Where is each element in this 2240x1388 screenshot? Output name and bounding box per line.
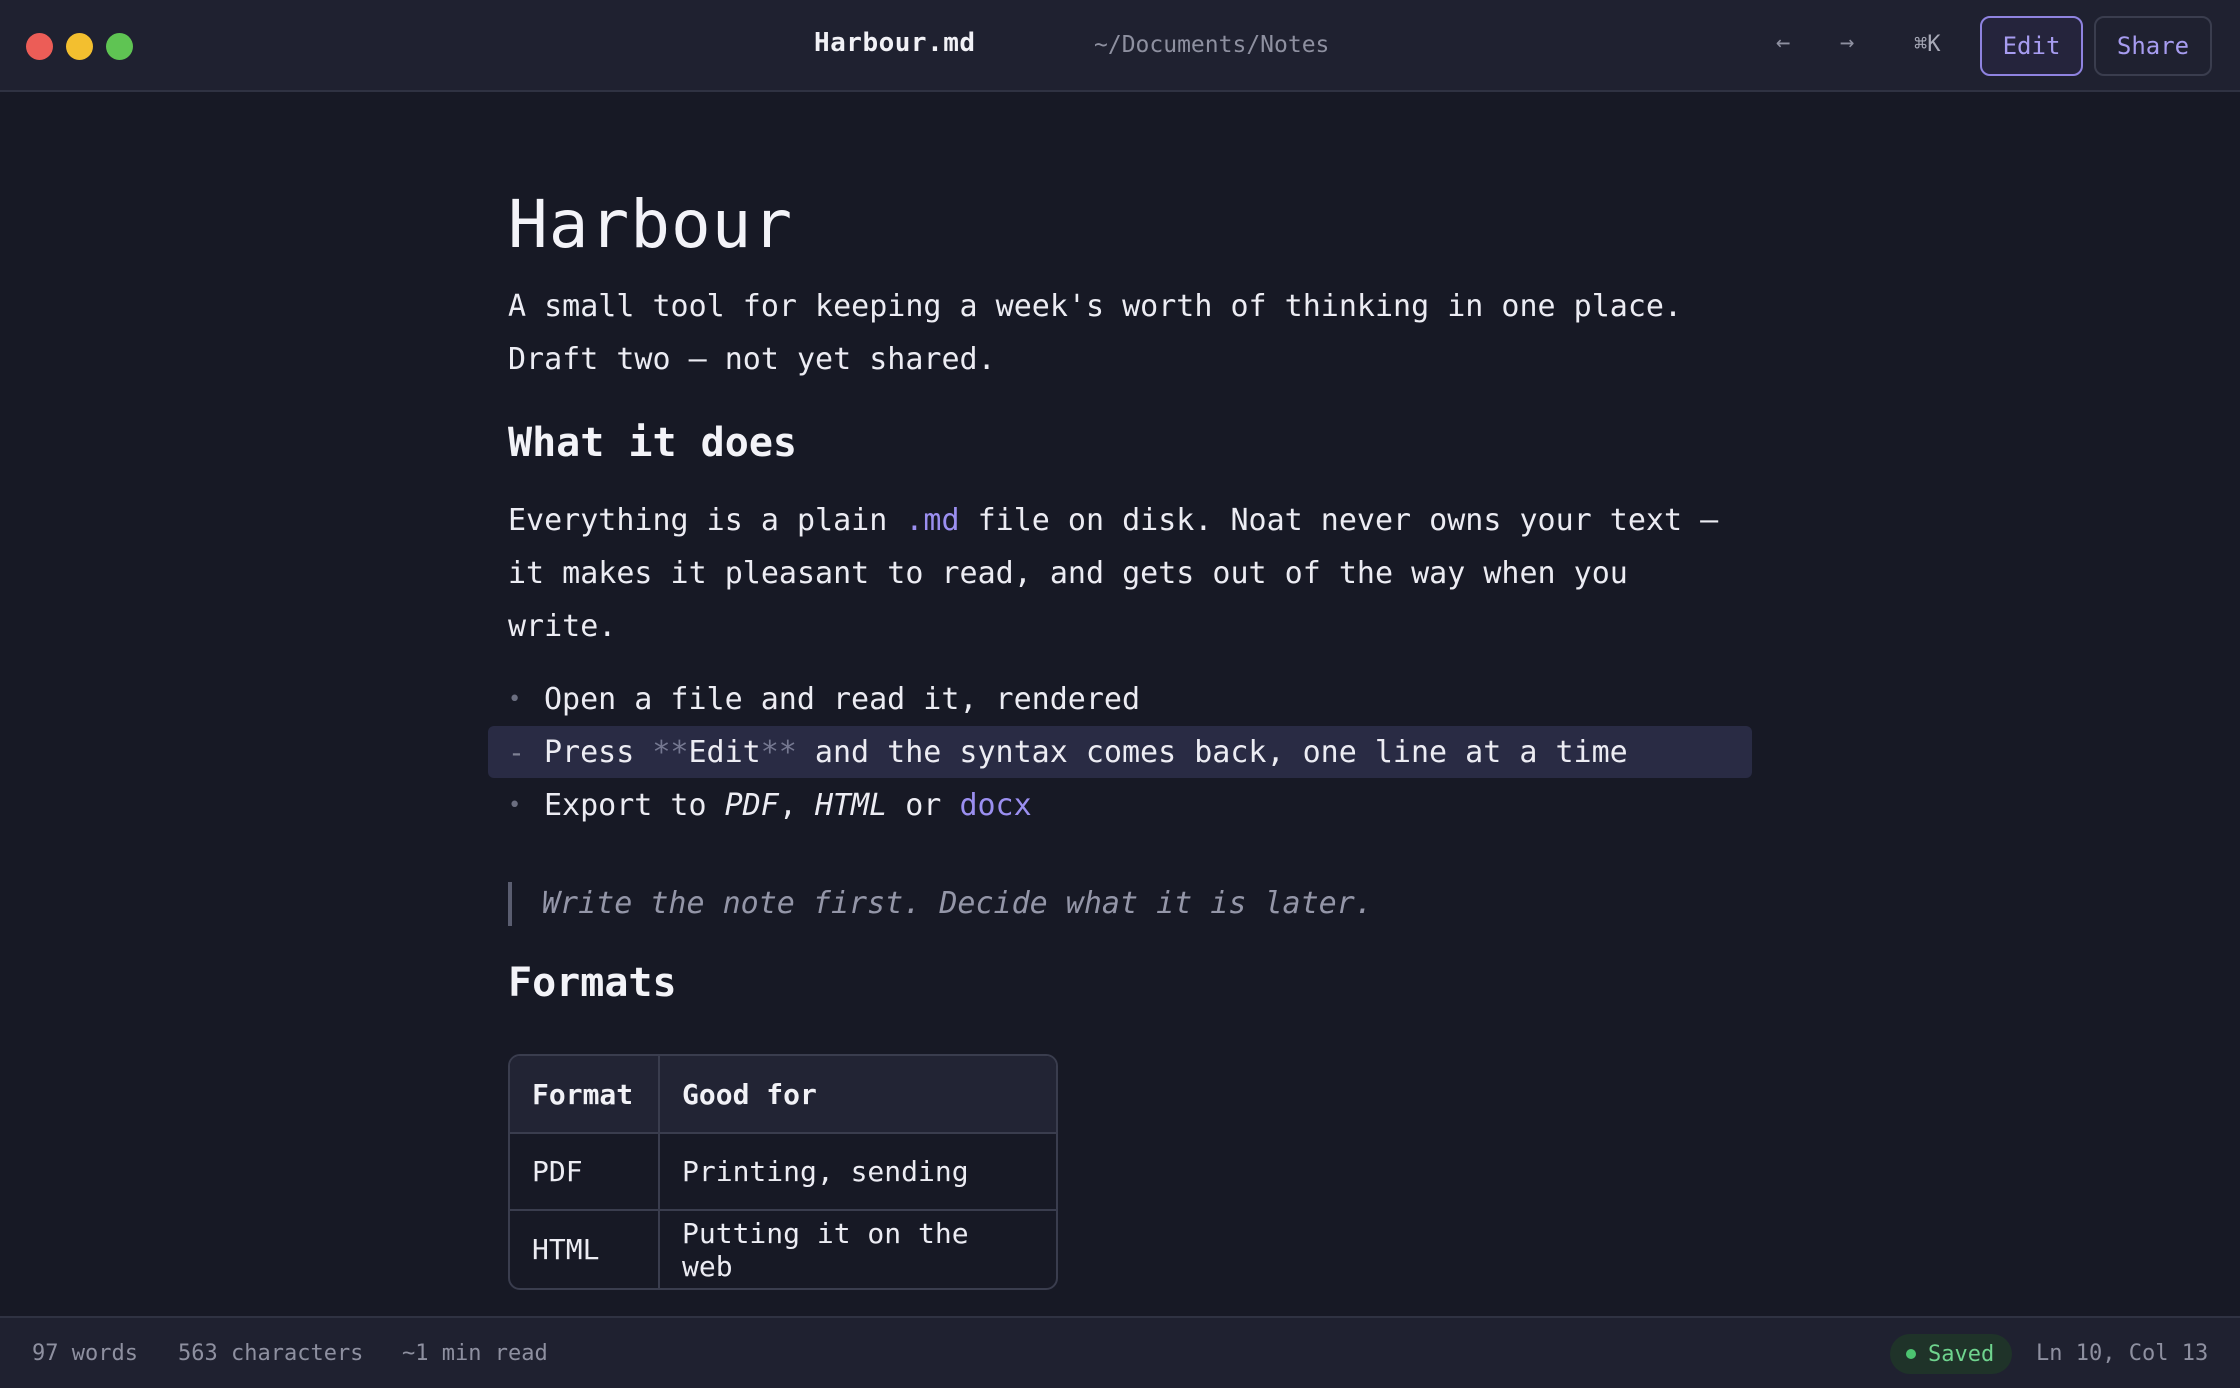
list-item-active[interactable]: - Press **Edit** and the syntax comes ba… — [508, 727, 1748, 777]
text-segment: or — [887, 787, 960, 823]
html-italic: HTML — [814, 787, 888, 823]
table-cell: PDF — [510, 1134, 660, 1211]
table-cell: HTML — [510, 1211, 660, 1288]
list-item-text: Open a file and read it, rendered — [544, 681, 1141, 717]
minimize-window-button[interactable] — [66, 33, 93, 60]
document-filename: Harbour.md — [814, 28, 976, 58]
maximize-window-button[interactable] — [106, 33, 133, 60]
table-header-cell: Format — [510, 1056, 660, 1134]
status-dot-icon — [1906, 1349, 1916, 1359]
saved-label: Saved — [1928, 1341, 1995, 1367]
list-item-text: Press **Edit** and the syntax comes back… — [544, 735, 1628, 770]
word-count: 97 words — [32, 1341, 138, 1366]
md-extension-link[interactable]: .md — [905, 503, 959, 538]
text-segment: Export to — [544, 787, 725, 823]
text-segment: Press — [544, 734, 653, 770]
table-header-cell: Good for — [660, 1056, 1056, 1134]
table-row: PDF Printing, sending — [510, 1134, 1056, 1211]
lead-paragraph: A small tool for keeping a week's worth … — [508, 289, 1682, 377]
read-time: ~1 min read — [402, 1341, 548, 1366]
section-heading-formats: Formats — [508, 960, 677, 1006]
body-text-start: Everything is a plain — [508, 503, 906, 538]
cursor-position[interactable]: Ln 10, Col 13 — [2036, 1341, 2208, 1366]
back-arrow-icon[interactable]: ← — [1776, 28, 1790, 56]
table-row: HTML Putting it on the web — [510, 1211, 1056, 1288]
character-count: 563 characters — [178, 1341, 364, 1366]
command-palette-shortcut[interactable]: ⌘K — [1914, 32, 1941, 57]
list-marker-raw: - — [508, 735, 525, 769]
table-cell: Putting it on the web — [682, 1216, 969, 1283]
pdf-italic: PDF — [724, 787, 779, 823]
document-path: ~/Documents/Notes — [1094, 32, 1330, 58]
list-item: • Open a file and read it, rendered — [508, 674, 1748, 724]
saved-status-badge: Saved — [1890, 1334, 2013, 1374]
list-item: • Export to PDF, HTML or docx — [508, 780, 1748, 830]
docx-link[interactable]: docx — [959, 788, 1031, 823]
table-cell: Printing, sending — [660, 1134, 1056, 1211]
document-title: Harbour — [508, 186, 794, 263]
edit-button[interactable]: Edit — [1980, 16, 2083, 76]
status-bar: 97 words 563 characters ~1 min read Save… — [0, 1316, 2240, 1388]
bold-text: Edit — [688, 734, 761, 770]
body-paragraph: Everything is a plain .md file on disk. … — [508, 494, 1768, 653]
editor-window: Harbour.md ~/Documents/Notes ← → ⌘K Edit… — [0, 0, 2240, 1388]
document-content[interactable]: Harbour A small tool for keeping a week'… — [0, 94, 2240, 1316]
bold-syntax-close: ** — [760, 734, 797, 770]
text-segment: and the syntax comes back, one line at a… — [796, 734, 1628, 770]
share-button[interactable]: Share — [2094, 16, 2212, 76]
forward-arrow-icon[interactable]: → — [1840, 28, 1854, 56]
bullet-icon: • — [508, 686, 522, 712]
section-heading-what-it-does: What it does — [508, 420, 797, 466]
close-window-button[interactable] — [26, 33, 53, 60]
formats-table: Format Good for PDF Printing, sending HT… — [508, 1054, 1058, 1290]
text-segment: , — [778, 787, 815, 823]
title-bar: Harbour.md ~/Documents/Notes ← → ⌘K Edit… — [0, 0, 2240, 92]
blockquote: Write the note first. Decide what it is … — [508, 882, 1373, 926]
bold-syntax-open: ** — [652, 734, 689, 770]
bullet-icon: • — [508, 792, 522, 818]
list-item-text: Export to PDF, HTML or docx — [544, 788, 1032, 823]
table-header-row: Format Good for — [510, 1056, 1056, 1134]
